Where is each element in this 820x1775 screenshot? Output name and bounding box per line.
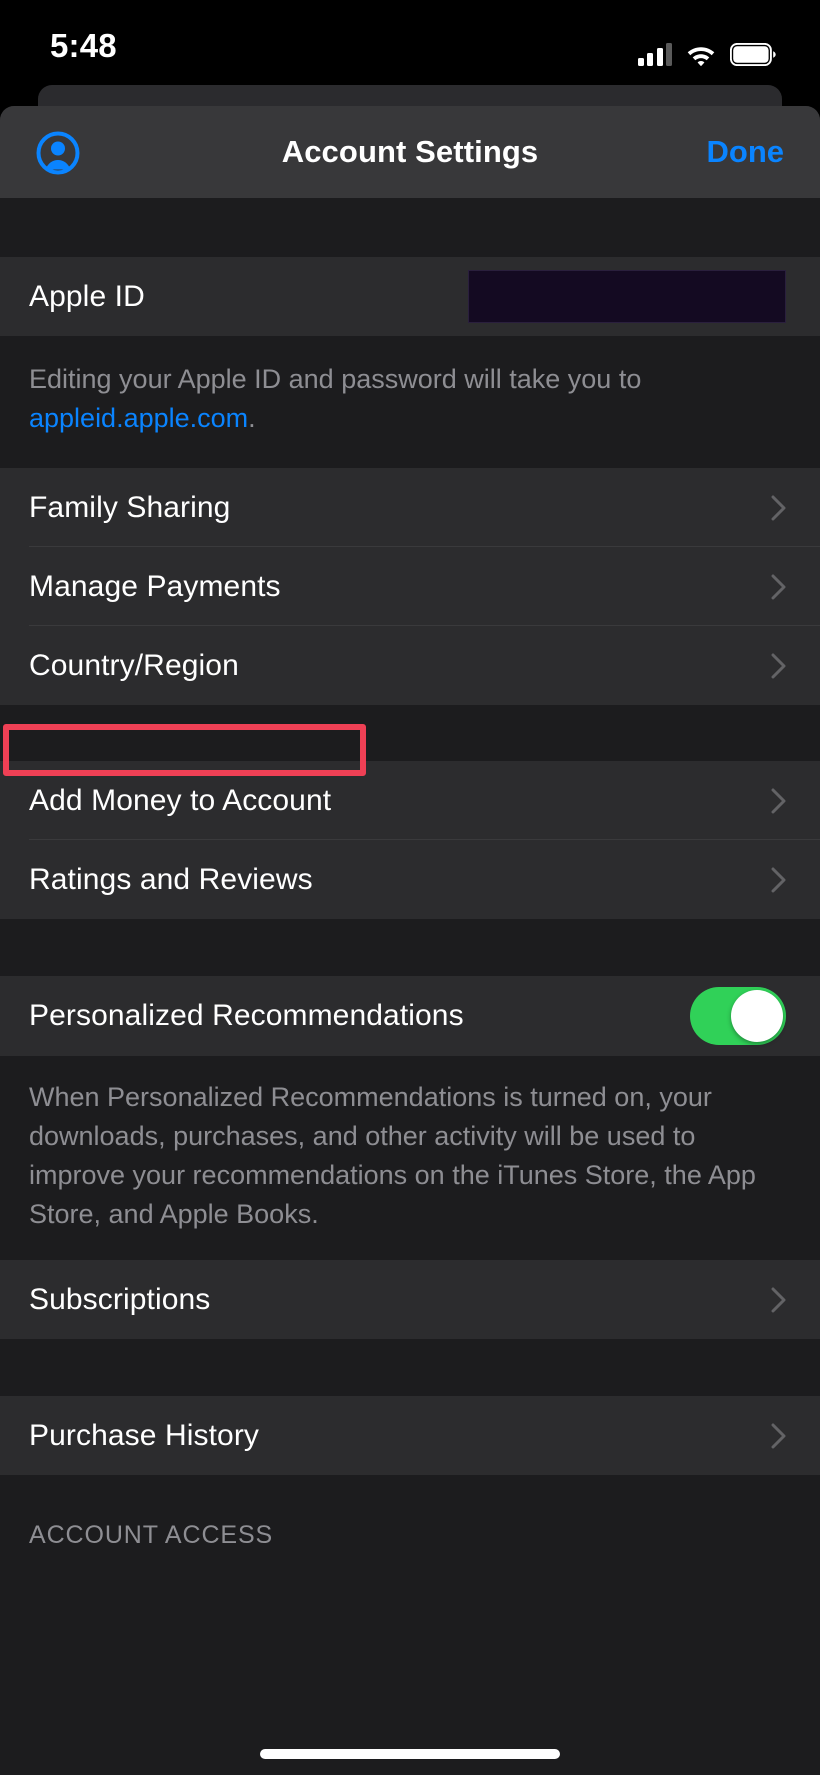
apple-id-footer: Editing your Apple ID and password will … — [0, 336, 820, 468]
account-avatar-icon[interactable] — [36, 131, 80, 175]
chevron-right-icon — [771, 653, 786, 678]
status-bar-time: 5:48 — [50, 27, 117, 64]
chevron-right-icon — [771, 867, 786, 892]
spacer — [0, 919, 820, 976]
iphone-screen: 5:48 Account Settings Done Apple ID Edit… — [0, 0, 820, 1775]
apple-id-footer-prefix: Editing your Apple ID and password will … — [29, 364, 642, 394]
purchase-history-label: Purchase History — [29, 1418, 260, 1452]
manage-payments-label: Manage Payments — [29, 569, 281, 603]
status-bar-icons — [637, 32, 777, 66]
account-settings-sheet: Account Settings Done Apple ID Editing y… — [0, 106, 820, 1775]
sidebar-item-subscriptions[interactable]: Subscriptions — [0, 1260, 820, 1339]
personalized-recommendations-toggle[interactable] — [690, 987, 786, 1045]
apple-id-group: Apple ID — [0, 257, 820, 336]
chevron-right-icon — [771, 495, 786, 520]
apple-id-row[interactable]: Apple ID — [0, 257, 820, 336]
chevron-right-icon — [771, 788, 786, 813]
apple-id-label: Apple ID — [29, 279, 145, 313]
chevron-right-icon — [771, 574, 786, 599]
country-region-label: Country/Region — [29, 648, 239, 682]
done-button[interactable]: Done — [707, 134, 785, 170]
battery-icon — [730, 43, 776, 66]
home-indicator[interactable] — [260, 1749, 560, 1759]
spacer — [0, 198, 820, 257]
page-title: Account Settings — [281, 134, 539, 169]
cellular-signal-icon — [637, 43, 672, 66]
status-bar: 5:48 — [0, 0, 820, 95]
personalized-recommendations-label: Personalized Recommendations — [29, 999, 464, 1032]
sidebar-item-country-region[interactable]: Country/Region — [0, 626, 820, 705]
sidebar-item-manage-payments[interactable]: Manage Payments — [0, 547, 820, 626]
chevron-right-icon — [771, 1287, 786, 1312]
account-group: Family Sharing Manage Payments Country/R… — [0, 468, 820, 705]
spacer — [0, 1339, 820, 1396]
personalized-recommendations-footer: When Personalized Recommendations is tur… — [0, 1056, 820, 1260]
apple-id-value-redacted — [468, 270, 786, 323]
sidebar-item-ratings-and-reviews[interactable]: Ratings and Reviews — [0, 840, 820, 919]
spacer — [0, 705, 820, 761]
sidebar-item-family-sharing[interactable]: Family Sharing — [0, 468, 820, 547]
purchase-history-group: Purchase History — [0, 1396, 820, 1475]
subscriptions-group: Subscriptions — [0, 1260, 820, 1339]
personalized-recommendations-row[interactable]: Personalized Recommendations — [0, 976, 820, 1056]
chevron-right-icon — [771, 1423, 786, 1448]
toggle-knob — [731, 990, 783, 1042]
add-money-label: Add Money to Account — [29, 783, 332, 817]
ratings-reviews-label: Ratings and Reviews — [29, 862, 313, 896]
money-group: Add Money to Account Ratings and Reviews — [0, 761, 820, 919]
sidebar-item-purchase-history[interactable]: Purchase History — [0, 1396, 820, 1475]
wifi-icon — [687, 47, 715, 66]
sidebar-item-add-money-to-account[interactable]: Add Money to Account — [0, 761, 820, 840]
navigation-bar: Account Settings Done — [0, 106, 820, 198]
subscriptions-label: Subscriptions — [29, 1282, 211, 1316]
account-access-section-header: ACCOUNT ACCESS — [0, 1475, 820, 1562]
appleid-apple-com-link[interactable]: appleid.apple.com — [29, 403, 248, 433]
apple-id-footer-suffix: . — [248, 403, 256, 433]
family-sharing-label: Family Sharing — [29, 490, 231, 524]
personalized-recommendations-group: Personalized Recommendations — [0, 976, 820, 1056]
